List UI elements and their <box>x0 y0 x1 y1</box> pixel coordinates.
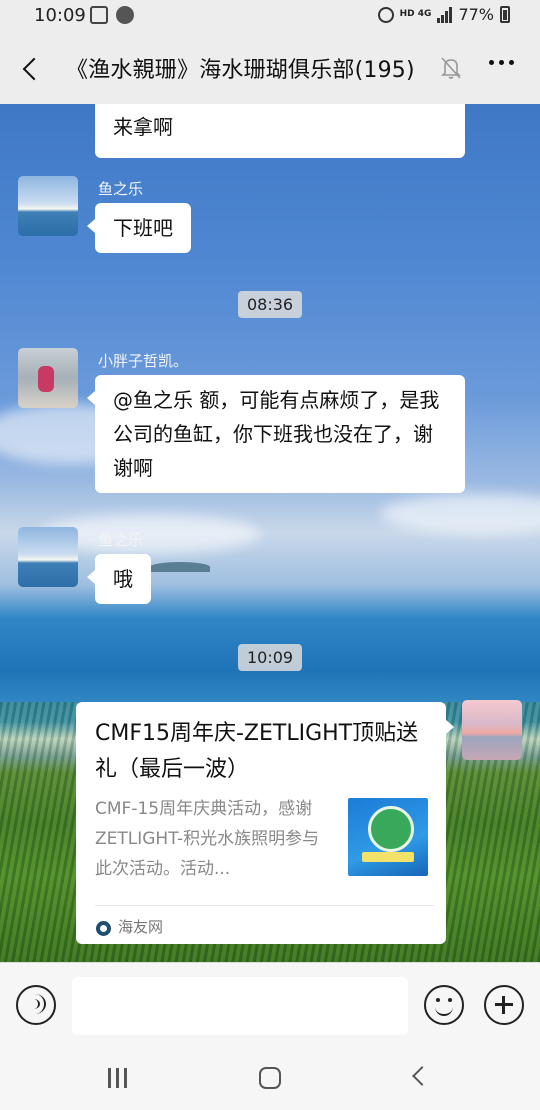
avatar[interactable] <box>18 348 78 408</box>
message-bubble[interactable]: 哦 <box>87 554 151 604</box>
battery-icon <box>500 6 510 23</box>
message-text: 下班吧 <box>113 216 173 240</box>
message-bubble[interactable]: 下班吧 <box>87 203 191 253</box>
chat-area[interactable]: 来拿啊 鱼之乐 下班吧 08:36 小胖子哲凯。 @鱼之乐 额，可能有点麻烦了，… <box>0 104 540 962</box>
network-label: HD 4G <box>400 10 432 19</box>
input-bar <box>0 962 540 1048</box>
my-avatar[interactable] <box>462 700 522 760</box>
divider <box>95 905 434 906</box>
alarm-icon <box>377 6 394 23</box>
sender-name: 鱼之乐 <box>98 180 144 198</box>
message-text: 来拿啊 <box>113 115 173 139</box>
signal-icon <box>437 6 453 23</box>
battery-percent: 77% <box>458 5 494 24</box>
system-back-icon[interactable] <box>412 1066 432 1086</box>
status-time: 10:09 <box>34 5 86 26</box>
status-bar: 10:09 HD 4G 77% <box>0 0 540 32</box>
source-logo-icon <box>96 921 111 936</box>
link-card-title: CMF15周年庆-ZETLIGHT顶贴送礼（最后一波） <box>95 721 419 782</box>
plus-icon[interactable] <box>484 985 524 1025</box>
status-indicators: HD 4G 77% <box>377 5 510 24</box>
avatar[interactable] <box>18 176 78 236</box>
link-card-source: 海友网 <box>118 918 164 936</box>
sender-name: 小胖子哲凯。 <box>98 352 189 370</box>
home-icon[interactable] <box>259 1067 281 1089</box>
back-icon[interactable] <box>14 52 48 86</box>
link-card[interactable]: CMF15周年庆-ZETLIGHT顶贴送礼（最后一波） CMF-15周年庆典活动… <box>76 702 454 944</box>
system-nav-bar <box>0 1048 540 1110</box>
mute-icon <box>441 57 461 79</box>
hd-label: HD <box>399 9 415 19</box>
timestamp: 08:36 <box>238 291 303 318</box>
avatar[interactable] <box>18 527 78 587</box>
sender-name: 鱼之乐 <box>98 531 144 549</box>
link-card-description: CMF-15周年庆典活动，感谢ZETLIGHT-积光水族照明参与此次活动。活动.… <box>95 799 320 879</box>
net-type-label: 4G <box>417 9 432 19</box>
message-text: 哦 <box>113 567 133 591</box>
app-notification-icon <box>116 6 134 24</box>
timestamp: 10:09 <box>238 644 303 671</box>
link-card-thumbnail <box>348 798 428 876</box>
chat-title: 《渔水親珊》海水珊瑚俱乐部(195) <box>66 58 415 83</box>
more-options-icon[interactable] <box>489 60 514 65</box>
voice-input-icon[interactable] <box>16 985 56 1025</box>
chat-header: 《渔水親珊》海水珊瑚俱乐部(195) <box>0 32 540 104</box>
emoji-icon[interactable] <box>424 985 464 1025</box>
message-bubble[interactable]: 来拿啊 <box>95 104 465 158</box>
status-notifications <box>90 6 134 24</box>
message-bubble[interactable]: @鱼之乐 额，可能有点麻烦了，是我公司的鱼缸，你下班我也没在了，谢谢啊 <box>87 375 465 493</box>
voicemail-icon <box>90 6 108 24</box>
message-text: @鱼之乐 额，可能有点麻烦了，是我公司的鱼缸，你下班我也没在了，谢谢啊 <box>113 388 440 480</box>
recent-apps-icon[interactable] <box>108 1068 127 1088</box>
message-input[interactable] <box>72 977 408 1035</box>
